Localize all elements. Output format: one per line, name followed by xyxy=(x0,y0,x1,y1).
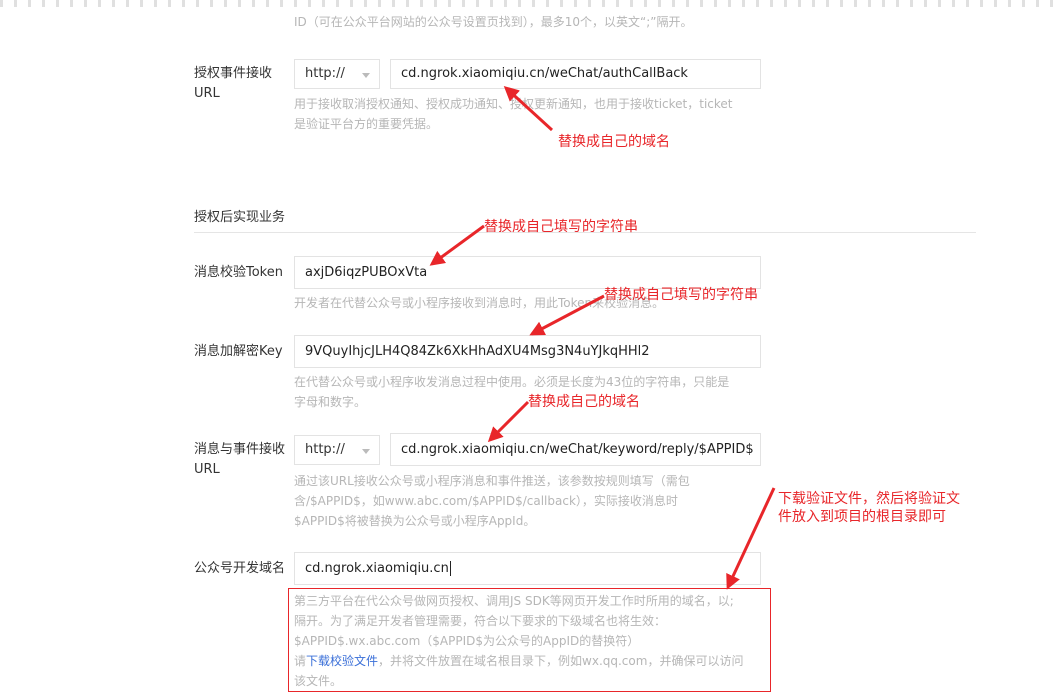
arrow-to-aes-key xyxy=(529,294,605,336)
arrow-to-token xyxy=(429,224,485,266)
arrow-to-msg-event-url xyxy=(487,400,530,443)
arrow-to-dev-domain-hint xyxy=(726,487,776,590)
annotation-arrows xyxy=(429,85,776,590)
arrow-to-auth-url xyxy=(503,85,554,132)
